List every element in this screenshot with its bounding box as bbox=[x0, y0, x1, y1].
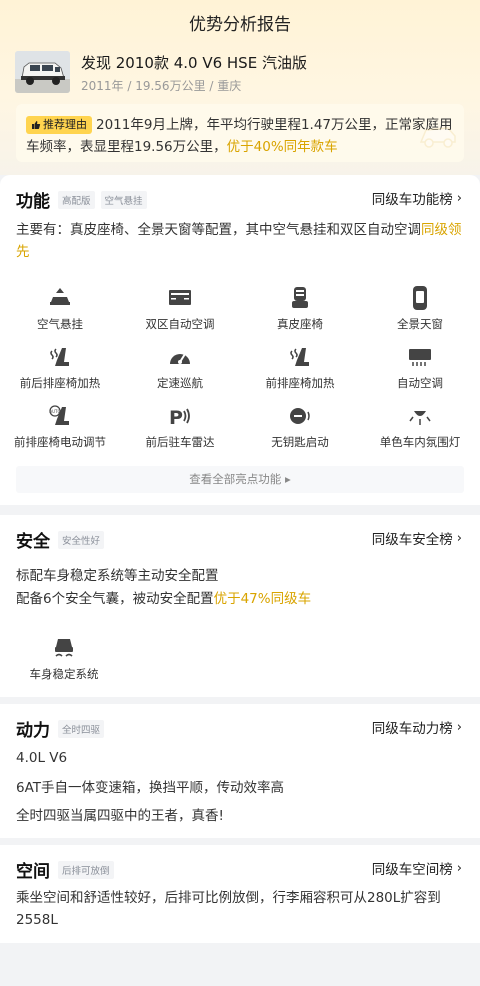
power-title: 动力 bbox=[16, 721, 50, 741]
chevron-right-icon: › bbox=[456, 190, 462, 206]
auto-ac-icon bbox=[409, 349, 431, 366]
car-decoration-icon bbox=[419, 127, 456, 148]
features-grid: 空气悬挂 双区自动空调 真皮座椅 全景天窗 前后排座椅加热 定速巡航 前排座椅加… bbox=[0, 283, 480, 460]
car-name: 发现 2010款 4.0 V6 HSE 汽油版 bbox=[81, 54, 307, 72]
page-title: 优势分析报告 bbox=[189, 15, 291, 35]
power-seat-icon: AUTO bbox=[49, 405, 69, 425]
car-thumbnail[interactable] bbox=[15, 51, 70, 93]
safety-tag: 安全性好 bbox=[58, 530, 105, 549]
svg-text:P: P bbox=[169, 407, 183, 429]
space-title: 空间 bbox=[16, 862, 50, 882]
space-tag: 后排可放倒 bbox=[58, 860, 114, 879]
car-meta: 2011年 / 19.56万公里 / 重庆 bbox=[81, 79, 242, 93]
feature-item[interactable]: 无钥匙启动 bbox=[240, 401, 360, 460]
features-title: 功能 bbox=[16, 192, 50, 212]
feature-item[interactable]: 单色车内氛围灯 bbox=[360, 401, 480, 460]
feature-item[interactable]: 真皮座椅 bbox=[240, 283, 360, 342]
feature-item[interactable]: P 前后驻车雷达 bbox=[120, 401, 240, 460]
feature-item[interactable]: 双区自动空调 bbox=[120, 283, 240, 342]
ambient-light-icon bbox=[409, 411, 431, 425]
safety-rank-link[interactable]: 同级车安全榜 › bbox=[372, 528, 462, 549]
power-line: 全时四驱当属四驱中的王者，真香! bbox=[16, 808, 224, 824]
power-rank-link[interactable]: 同级车动力榜 › bbox=[372, 717, 462, 738]
safety-line: 配备6个安全气囊，被动安全配置优于47%同级车 bbox=[16, 591, 312, 607]
seat-heating-icon bbox=[50, 348, 69, 366]
feature-item[interactable]: 前后排座椅加热 bbox=[0, 342, 120, 401]
features-tag: 高配版 bbox=[58, 190, 95, 209]
features-rank-link[interactable]: 同级车功能榜 › bbox=[372, 188, 462, 209]
power-tag: 全时四驱 bbox=[58, 719, 105, 738]
chevron-right-icon: › bbox=[456, 530, 462, 546]
recommend-highlight: 优于40%同年款车 bbox=[226, 139, 338, 155]
features-desc: 主要有：真皮座椅、全景天窗等配置，其中空气悬挂和双区自动空调同级领先 bbox=[16, 222, 462, 260]
leather-seat-icon bbox=[292, 287, 308, 308]
features-card: 功能 高配版 空气悬挂 同级车功能榜 › 主要有：真皮座椅、全景天窗等配置，其中空… bbox=[0, 175, 480, 505]
svg-text:AUTO: AUTO bbox=[49, 409, 60, 414]
caret-right-icon: ▸ bbox=[284, 472, 291, 486]
feature-item[interactable]: 自动空调 bbox=[360, 342, 480, 401]
power-card: 动力 全时四驱 同级车动力榜 › 4.0L V6 6AT手自一体变速箱，换挡平顺，… bbox=[0, 704, 480, 838]
recommend-box: 2011年9月上牌，年平均行驶里程1.47万公里，正常家庭用车频率，表显里程19… bbox=[16, 104, 464, 162]
chevron-right-icon: › bbox=[456, 860, 462, 876]
safety-highlight: 优于47%同级车 bbox=[213, 591, 312, 607]
feature-item[interactable]: 前排座椅加热 bbox=[240, 342, 360, 401]
feature-item[interactable]: AUTO 前排座椅电动调节 bbox=[0, 401, 120, 460]
feature-item[interactable]: 全景天窗 bbox=[360, 283, 480, 342]
parking-radar-icon: P bbox=[169, 407, 190, 429]
chevron-right-icon: › bbox=[456, 719, 462, 735]
panoramic-sunroof-icon bbox=[413, 286, 427, 310]
stability-control-icon bbox=[55, 639, 73, 657]
space-card: 空间 后排可放倒 同级车空间榜 › 乘坐空间和舒适性较好，后排可比例放倒，行李厢容… bbox=[0, 845, 480, 943]
feature-item[interactable]: 定速巡航 bbox=[120, 342, 240, 401]
recommend-badge: 推荐理由 bbox=[26, 116, 92, 134]
seat-heating-icon bbox=[290, 348, 309, 366]
keyless-start-icon bbox=[290, 408, 310, 424]
report-header: 优势分析报告 发现 2010款 4.0 V6 HSE 汽油版 2011年 / 1… bbox=[0, 0, 480, 175]
features-tag: 空气悬挂 bbox=[100, 190, 147, 209]
dual-zone-ac-icon bbox=[169, 290, 191, 305]
safety-title: 安全 bbox=[16, 532, 50, 552]
power-line: 6AT手自一体变速箱，换挡平顺，传动效率高 bbox=[16, 780, 285, 796]
feature-item[interactable]: 车身稳定系统 bbox=[16, 631, 112, 682]
safety-line: 标配车身稳定系统等主动安全配置 bbox=[16, 568, 219, 584]
thumbs-up-icon bbox=[32, 121, 41, 129]
air-suspension-icon bbox=[50, 288, 70, 305]
feature-item[interactable]: 空气悬挂 bbox=[0, 283, 120, 342]
space-desc: 乘坐空间和舒适性较好，后排可比例放倒，行李厢容积可从280L扩容到2558L bbox=[16, 890, 441, 928]
view-all-features-button[interactable]: 查看全部亮点功能 ▸ bbox=[16, 466, 464, 493]
cruise-control-icon bbox=[170, 353, 190, 364]
safety-card: 安全 安全性好 同级车安全榜 › 标配车身稳定系统等主动安全配置 配备6个安全气囊… bbox=[0, 515, 480, 697]
power-line: 4.0L V6 bbox=[16, 750, 68, 766]
space-rank-link[interactable]: 同级车空间榜 › bbox=[372, 858, 462, 879]
